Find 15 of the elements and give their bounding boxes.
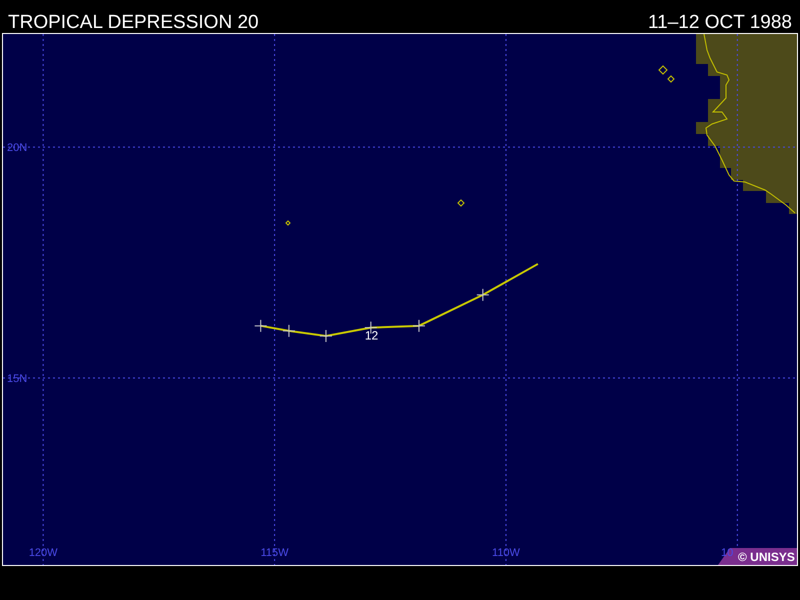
map-title: TROPICAL DEPRESSION 20 [8, 13, 259, 32]
position-marker-icon [476, 288, 490, 302]
longitude-label: 120W [28, 547, 58, 559]
island-outline [285, 220, 291, 226]
position-marker-icon [412, 319, 426, 332]
latitude-label: 15N [7, 373, 28, 386]
position-marker-icon [282, 324, 296, 338]
date-label: 12 [364, 328, 378, 343]
island-outline [457, 199, 465, 207]
position-marker-icon [319, 330, 332, 342]
position-marker-icon [254, 319, 268, 332]
longitude-label: 110W [492, 547, 520, 559]
date-range: 11–12 OCT 1988 [648, 13, 792, 32]
latitude-label: 20N [7, 142, 28, 154]
longitude-label: 115W [260, 547, 289, 559]
